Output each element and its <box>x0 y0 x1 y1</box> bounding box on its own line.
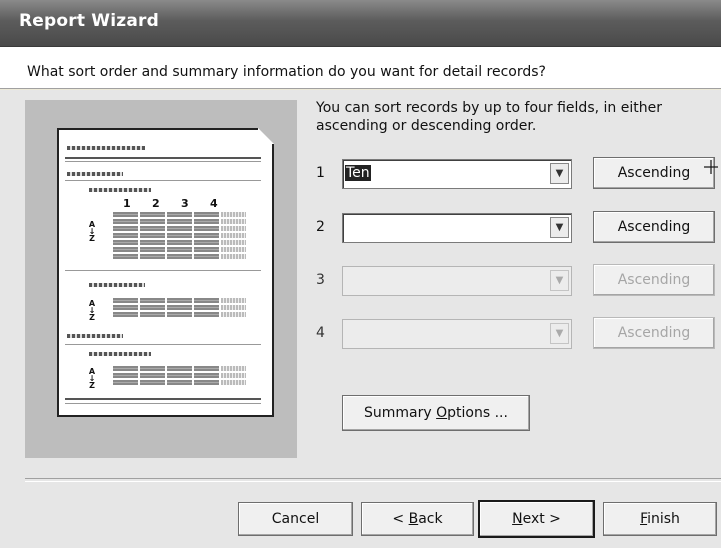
preview-rule <box>65 161 261 162</box>
back-button[interactable]: < Back <box>361 502 474 536</box>
sort-field-1-combo[interactable]: Ten ▼ <box>342 159 572 189</box>
sort-az-icon: A ↓ Z <box>88 220 96 243</box>
chevron-down-icon[interactable]: ▼ <box>550 270 569 291</box>
preview-rule <box>65 180 261 181</box>
cancel-button[interactable]: Cancel <box>238 502 353 536</box>
preview-group-placeholder <box>89 188 151 192</box>
sort-field-3-combo[interactable]: ▼ <box>342 266 572 296</box>
sort-az-icon: A ↓ Z <box>88 367 96 390</box>
crosshair-cursor-icon <box>704 160 718 174</box>
preview-title-placeholder <box>67 146 145 150</box>
sort-field-4-combo[interactable]: ▼ <box>342 319 572 349</box>
sort-row-number: 2 <box>316 219 325 235</box>
preview-rule <box>65 403 261 404</box>
preview-detail-grid <box>113 212 246 259</box>
footer-divider <box>25 478 721 482</box>
preview-column-number: 2 <box>152 197 160 210</box>
sort-order-1-button[interactable]: Ascending <box>593 157 715 189</box>
chevron-down-icon[interactable]: ▼ <box>550 217 569 238</box>
preview-group-placeholder <box>89 283 145 287</box>
preview-column-number: 1 <box>123 197 131 210</box>
sort-field-1-value[interactable]: Ten <box>345 165 371 181</box>
preview-rule <box>65 270 261 271</box>
page-fold-corner <box>258 128 274 144</box>
next-button[interactable]: Next > <box>478 500 595 538</box>
preview-column-number: 4 <box>210 197 218 210</box>
summary-options-button[interactable]: Summary Options ... <box>342 395 530 431</box>
sort-instructions: You can sort records by up to four field… <box>316 100 662 134</box>
preview-rule <box>65 344 261 345</box>
sort-order-2-button[interactable]: Ascending <box>593 211 715 243</box>
sort-row-number: 3 <box>316 272 325 288</box>
window-title: Report Wizard <box>19 11 159 31</box>
sort-order-4-button[interactable]: Ascending <box>593 317 715 349</box>
sort-row-number: 4 <box>316 325 325 341</box>
chevron-down-icon[interactable]: ▼ <box>550 163 569 184</box>
chevron-down-icon[interactable]: ▼ <box>550 323 569 344</box>
preview-rule <box>65 398 261 400</box>
preview-group-placeholder <box>67 172 123 176</box>
report-wizard-window: Report Wizard What sort order and summar… <box>0 0 721 548</box>
preview-detail-grid <box>113 298 246 317</box>
preview-group-placeholder <box>67 334 123 338</box>
sort-az-icon: A ↓ Z <box>88 299 96 322</box>
sort-row-number: 1 <box>316 165 325 181</box>
wizard-question: What sort order and summary information … <box>27 64 546 80</box>
title-bar[interactable]: Report Wizard <box>0 0 721 47</box>
preview-column-number: 3 <box>181 197 189 210</box>
preview-rule <box>65 157 261 159</box>
sort-order-3-button[interactable]: Ascending <box>593 264 715 296</box>
sort-field-2-combo[interactable]: ▼ <box>342 213 572 243</box>
preview-detail-grid <box>113 366 246 385</box>
report-preview-page: 1 2 3 4 A ↓ Z A ↓ Z A ↓ Z <box>57 128 274 417</box>
finish-button[interactable]: Finish <box>603 502 717 536</box>
preview-group-placeholder <box>89 352 151 356</box>
